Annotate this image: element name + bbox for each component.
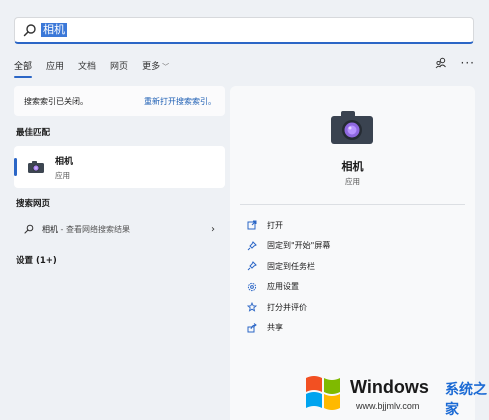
camera-icon <box>331 111 373 144</box>
best-match-item[interactable]: 相机 应用 <box>14 146 225 188</box>
action-label: 固定到"开始"屏幕 <box>267 241 331 251</box>
pin-icon <box>246 240 258 252</box>
pin-icon <box>246 260 258 272</box>
watermark: Windows 系统之家 www.bjjmlv.com <box>298 370 488 420</box>
watermark-url: www.bjjmlv.com <box>356 401 420 411</box>
best-match-heading: 最佳匹配 <box>16 128 51 138</box>
notice-text: 搜索索引已关闭。 <box>24 96 88 106</box>
tab-label: 全部 <box>14 62 33 72</box>
windows-logo-icon <box>306 376 340 410</box>
tab-label: 网页 <box>110 62 129 72</box>
web-search-query: 相机 <box>42 224 58 234</box>
action-app-settings[interactable]: 应用设置 <box>246 277 330 298</box>
watermark-brand: Windows <box>350 377 429 397</box>
selection-indicator <box>14 158 17 176</box>
index-notice: 搜索索引已关闭。 重新打开搜索索引。 <box>14 86 225 116</box>
tab-web[interactable]: 网页 <box>110 59 128 77</box>
reenable-index-link[interactable]: 重新打开搜索索引。 <box>144 96 216 107</box>
share-icon <box>246 322 258 334</box>
search-input[interactable]: 相机 <box>14 17 474 44</box>
search-icon <box>23 24 36 37</box>
search-query-text: 相机 <box>41 23 67 37</box>
tab-more[interactable]: 更多 ﹀ <box>142 59 169 77</box>
search-icon <box>24 224 34 234</box>
more-options-icon[interactable]: ··· <box>461 56 475 70</box>
tab-documents[interactable]: 文档 <box>78 59 96 77</box>
tab-label: 文档 <box>78 62 97 72</box>
action-pin-start[interactable]: 固定到"开始"屏幕 <box>246 236 330 257</box>
detail-app-type: 应用 <box>345 177 360 186</box>
action-label: 应用设置 <box>267 282 299 292</box>
action-label: 共享 <box>267 323 283 333</box>
tab-all[interactable]: 全部 <box>14 59 33 78</box>
camera-icon <box>28 161 44 173</box>
action-label: 固定到任务栏 <box>267 261 315 271</box>
chevron-right-icon: › <box>211 223 215 235</box>
action-share[interactable]: 共享 <box>246 318 330 339</box>
action-list: 打开 固定到"开始"屏幕 固定到任务栏 应用设置 打分并评价 共享 <box>246 215 330 338</box>
best-match-type: 应用 <box>55 170 70 180</box>
open-icon <box>246 219 258 231</box>
action-label: 打分并评价 <box>267 302 307 312</box>
action-pin-taskbar[interactable]: 固定到任务栏 <box>246 256 330 277</box>
best-match-name: 相机 <box>55 156 74 167</box>
tab-label: 应用 <box>46 62 65 72</box>
star-icon <box>246 301 258 313</box>
settings-heading[interactable]: 设置 (1+) <box>16 254 225 266</box>
action-rate-review[interactable]: 打分并评价 <box>246 297 330 318</box>
action-open[interactable]: 打开 <box>246 215 330 236</box>
web-search-item[interactable]: 相机 - 查看网络搜索结果 › <box>14 218 225 240</box>
web-search-heading: 搜索网页 <box>16 199 51 209</box>
divider <box>240 204 465 205</box>
filter-tabs: 全部 应用 文档 网页 更多 ﹀ <box>14 59 183 78</box>
watermark-cn: 系统之家 <box>445 382 487 418</box>
account-switch-icon[interactable] <box>435 57 447 69</box>
results-pane: 搜索索引已关闭。 重新打开搜索索引。 最佳匹配 相机 应用 搜索网页 相机 - … <box>14 86 225 266</box>
web-search-suffix: - 查看网络搜索结果 <box>58 224 130 234</box>
detail-app-name: 相机 <box>341 160 364 173</box>
tab-apps[interactable]: 应用 <box>46 59 64 77</box>
gear-icon <box>246 281 258 293</box>
action-label: 打开 <box>267 220 283 230</box>
chevron-down-icon: ﹀ <box>162 63 170 71</box>
tab-label: 更多 <box>142 62 161 72</box>
